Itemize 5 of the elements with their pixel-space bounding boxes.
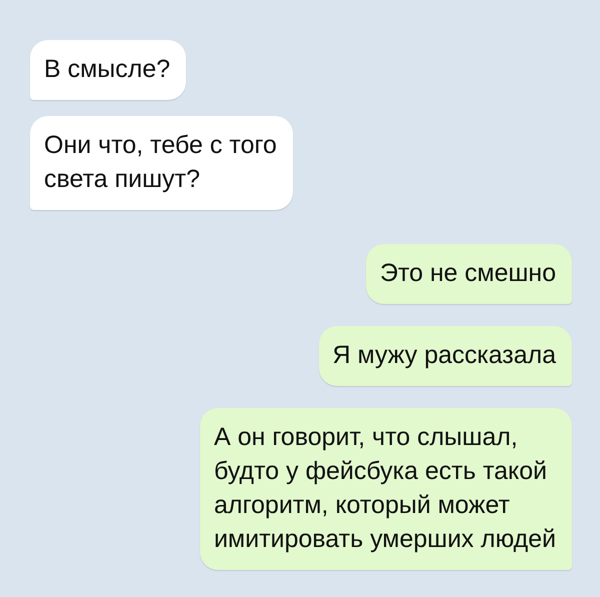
outgoing-message: Это не смешно	[366, 244, 572, 304]
incoming-message: В смысле?	[30, 40, 186, 100]
outgoing-message: А он говорит, что слышал, будто у фейсбука есть такой алгоритм, который может имитировать умерших людей	[200, 408, 572, 570]
outgoing-message: Я мужу рассказала	[318, 326, 572, 386]
incoming-message: Они что, тебе с того света пишут?	[30, 116, 293, 210]
